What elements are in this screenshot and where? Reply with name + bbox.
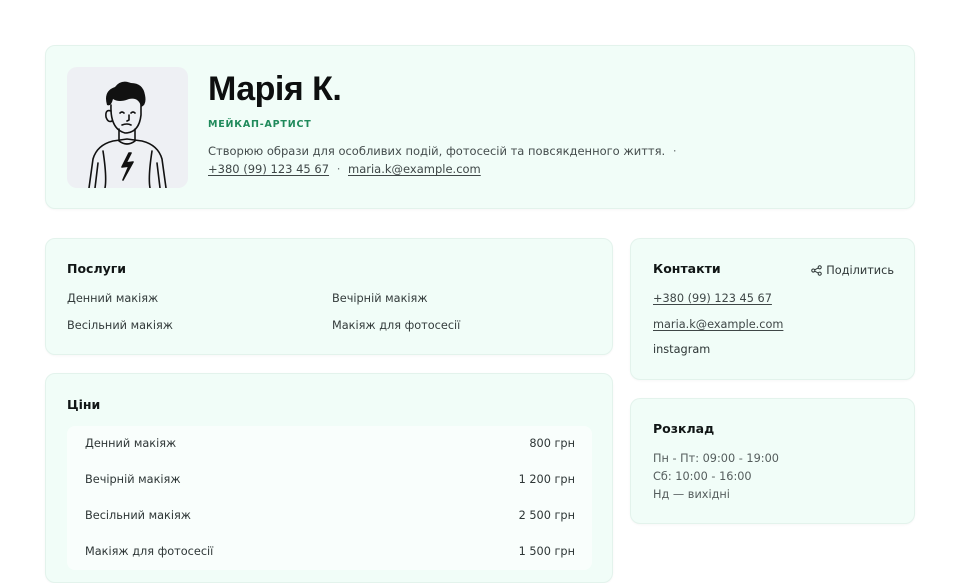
profile-role: МЕЙКАП-АРТИСТ — [208, 119, 312, 130]
prices-title: Ціни — [67, 397, 101, 412]
price-value: 1 200 грн — [518, 473, 575, 486]
price-row: Весільний макіяж 2 500 грн — [67, 498, 592, 534]
service-item: Вечірній макіяж — [332, 292, 428, 305]
contact-instagram[interactable]: instagram — [653, 343, 710, 356]
profile-phone-link[interactable]: +380 (99) 123 45 67 — [208, 162, 329, 176]
services-title: Послуги — [67, 261, 127, 276]
prices-card: Ціни Денний макіяж 800 грн Вечірній макі… — [45, 373, 613, 583]
profile-header-card: Марія К. МЕЙКАП-АРТИСТ Створюю образи дл… — [45, 45, 915, 209]
contact-email-link[interactable]: maria.k@example.com — [653, 318, 783, 331]
profile-contact-links: +380 (99) 123 45 67 · maria.k@example.co… — [208, 162, 481, 176]
service-item: Макіяж для фотосесії — [332, 319, 461, 332]
profile-name: Марія К. — [208, 70, 342, 108]
bio-separator: · — [672, 144, 677, 158]
contacts-title: Контакти — [653, 261, 721, 276]
avatar — [67, 67, 188, 188]
price-row: Денний макіяж 800 грн — [67, 426, 592, 462]
price-name: Весільний макіяж — [85, 509, 191, 522]
contacts-card: Контакти Поділитись +380 (99) 123 45 67 … — [630, 238, 915, 380]
bio-text: Створюю образи для особливих подій, фото… — [208, 144, 666, 158]
service-item: Денний макіяж — [67, 292, 159, 305]
price-row: Вечірній макіяж 1 200 грн — [67, 462, 592, 498]
schedule-title: Розклад — [653, 421, 715, 436]
price-value: 800 грн — [529, 437, 575, 450]
profile-email-link[interactable]: maria.k@example.com — [348, 162, 481, 176]
schedule-line: Сб: 10:00 - 16:00 — [653, 470, 752, 483]
share-button[interactable]: Поділитись — [811, 264, 894, 277]
price-value: 1 500 грн — [518, 545, 575, 558]
price-name: Макіяж для фотосесії — [85, 545, 214, 558]
price-value: 2 500 грн — [518, 509, 575, 522]
price-list: Денний макіяж 800 грн Вечірній макіяж 1 … — [67, 426, 592, 570]
link-separator: · — [336, 162, 341, 176]
schedule-line: Нд — вихідні — [653, 488, 730, 501]
profile-bio: Створюю образи для особливих подій, фото… — [208, 144, 680, 158]
share-icon — [811, 265, 823, 276]
contact-phone-link[interactable]: +380 (99) 123 45 67 — [653, 292, 772, 305]
price-name: Вечірній макіяж — [85, 473, 181, 486]
service-item: Весільний макіяж — [67, 319, 173, 332]
schedule-card: Розклад Пн - Пт: 09:00 - 19:00 Сб: 10:00… — [630, 398, 915, 524]
price-name: Денний макіяж — [85, 437, 177, 450]
price-row: Макіяж для фотосесії 1 500 грн — [67, 534, 592, 570]
avatar-illustration — [88, 81, 167, 188]
share-label: Поділитись — [826, 264, 894, 277]
schedule-line: Пн - Пт: 09:00 - 19:00 — [653, 452, 779, 465]
services-card: Послуги Денний макіяж Вечірній макіяж Ве… — [45, 238, 613, 355]
